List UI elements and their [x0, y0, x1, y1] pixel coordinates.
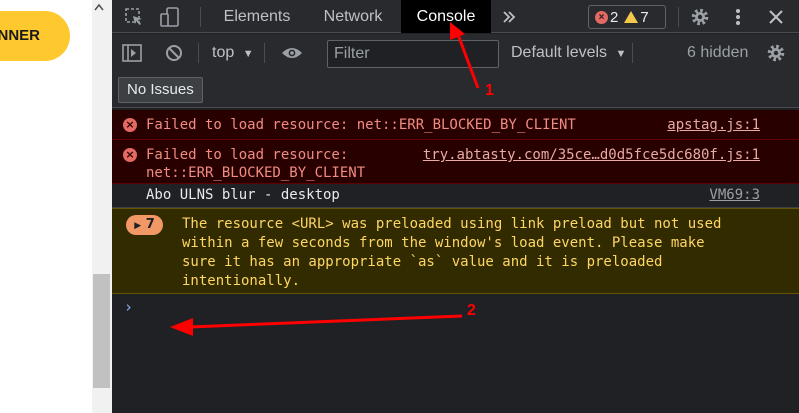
no-issues-button[interactable]: No Issues: [118, 77, 203, 103]
screenshot-root: ONNER Elements Network Console × 2: [0, 0, 799, 413]
console-error-message[interactable]: × Failed to load resource: net::ERR_BLOC…: [112, 110, 799, 140]
warning-line: intentionally.: [182, 273, 301, 289]
clear-console-icon[interactable]: [162, 41, 186, 65]
tabbar-separator: [200, 7, 201, 27]
toolbar-separator: [632, 43, 633, 63]
message-source-link[interactable]: apstag.js:1: [667, 116, 760, 135]
message-text-line1: Failed to load resource:: [146, 147, 349, 163]
scroll-up-arrow-icon[interactable]: [94, 2, 104, 14]
tab-elements[interactable]: Elements: [212, 0, 302, 33]
warning-count-icon: [624, 11, 639, 23]
device-toolbar-icon[interactable]: [158, 5, 182, 29]
sidebar-toggle-icon[interactable]: [120, 41, 144, 65]
message-text-line2: net::ERR_BLOCKED_BY_CLIENT: [146, 165, 366, 181]
log-levels-dropdown[interactable]: Default levels ▼: [511, 34, 626, 73]
inspect-element-icon[interactable]: [122, 5, 146, 29]
close-icon[interactable]: [764, 5, 788, 29]
chevron-double-right-icon[interactable]: [497, 5, 521, 29]
issues-bar: No Issues: [112, 72, 799, 108]
hidden-messages-count[interactable]: 6 hidden: [687, 34, 748, 72]
context-value: top: [212, 44, 235, 61]
log-levels-value: Default levels: [511, 44, 608, 61]
tab-network[interactable]: Network: [308, 0, 398, 33]
message-text: Failed to load resource: net::ERR_BLOCKE…: [146, 117, 576, 133]
context-selector[interactable]: top ▼: [212, 34, 254, 73]
console-error-message[interactable]: × Failed to load resource: net::ERR_BLOC…: [112, 140, 799, 184]
warning-repeat-count: 7: [145, 217, 155, 232]
warning-line: The resource <URL> was preloaded using l…: [182, 216, 722, 232]
annotation-label-2: 2: [467, 302, 476, 319]
message-text: Abo ULNS blur - desktop: [146, 187, 340, 203]
annotation-label-1: 1: [485, 82, 494, 99]
tabbar-separator: [678, 7, 679, 27]
error-icon: ×: [123, 148, 137, 162]
more-vertical-icon[interactable]: [726, 5, 750, 29]
web-page-area: ONNER: [0, 0, 112, 413]
console-toolbar: top ▼ Filter Default levels ▼ 6 hidden: [112, 34, 799, 72]
devtools-panel: Elements Network Console × 2 7 top ▼ Fil…: [112, 0, 799, 413]
console-messages: × Failed to load resource: net::ERR_BLOC…: [112, 108, 799, 413]
warning-repeat-badge[interactable]: ▶ 7: [126, 215, 163, 235]
filter-input[interactable]: Filter: [327, 40, 499, 68]
dropdown-arrow-icon: ▼: [615, 48, 627, 60]
error-count-icon: ×: [595, 10, 608, 24]
page-yellow-button[interactable]: ONNER: [0, 11, 70, 61]
gear-icon[interactable]: [688, 5, 712, 29]
eye-icon[interactable]: [280, 41, 304, 65]
warning-count: 7: [640, 8, 649, 26]
page-scrollbar-thumb[interactable]: [93, 274, 110, 388]
console-settings-gear-icon[interactable]: [764, 41, 788, 65]
warning-line: within a few seconds from the window's l…: [182, 235, 705, 251]
issues-counter-badge[interactable]: × 2 7: [588, 5, 666, 29]
console-prompt[interactable]: ›: [124, 298, 133, 316]
message-source-link[interactable]: VM69:3: [709, 186, 760, 205]
devtools-tabbar: Elements Network Console × 2 7: [112, 0, 799, 33]
warning-line: sure it has an appropriate `as` value an…: [182, 254, 663, 270]
message-source-link[interactable]: try.abtasty.com/35ce…d0d5fce5dc680f.js:1: [423, 146, 760, 165]
expand-triangle-icon: ▶: [134, 221, 142, 231]
console-warning-message[interactable]: ▶ 7 The resource <URL> was preloaded usi…: [112, 208, 799, 294]
toolbar-separator: [198, 43, 199, 63]
error-count: 2: [610, 8, 619, 26]
toolbar-separator: [264, 43, 265, 63]
dropdown-arrow-icon: ▼: [242, 48, 254, 60]
tab-console[interactable]: Console: [401, 0, 491, 33]
console-log-message[interactable]: Abo ULNS blur - desktop VM69:3: [112, 184, 799, 208]
error-icon: ×: [123, 118, 137, 132]
